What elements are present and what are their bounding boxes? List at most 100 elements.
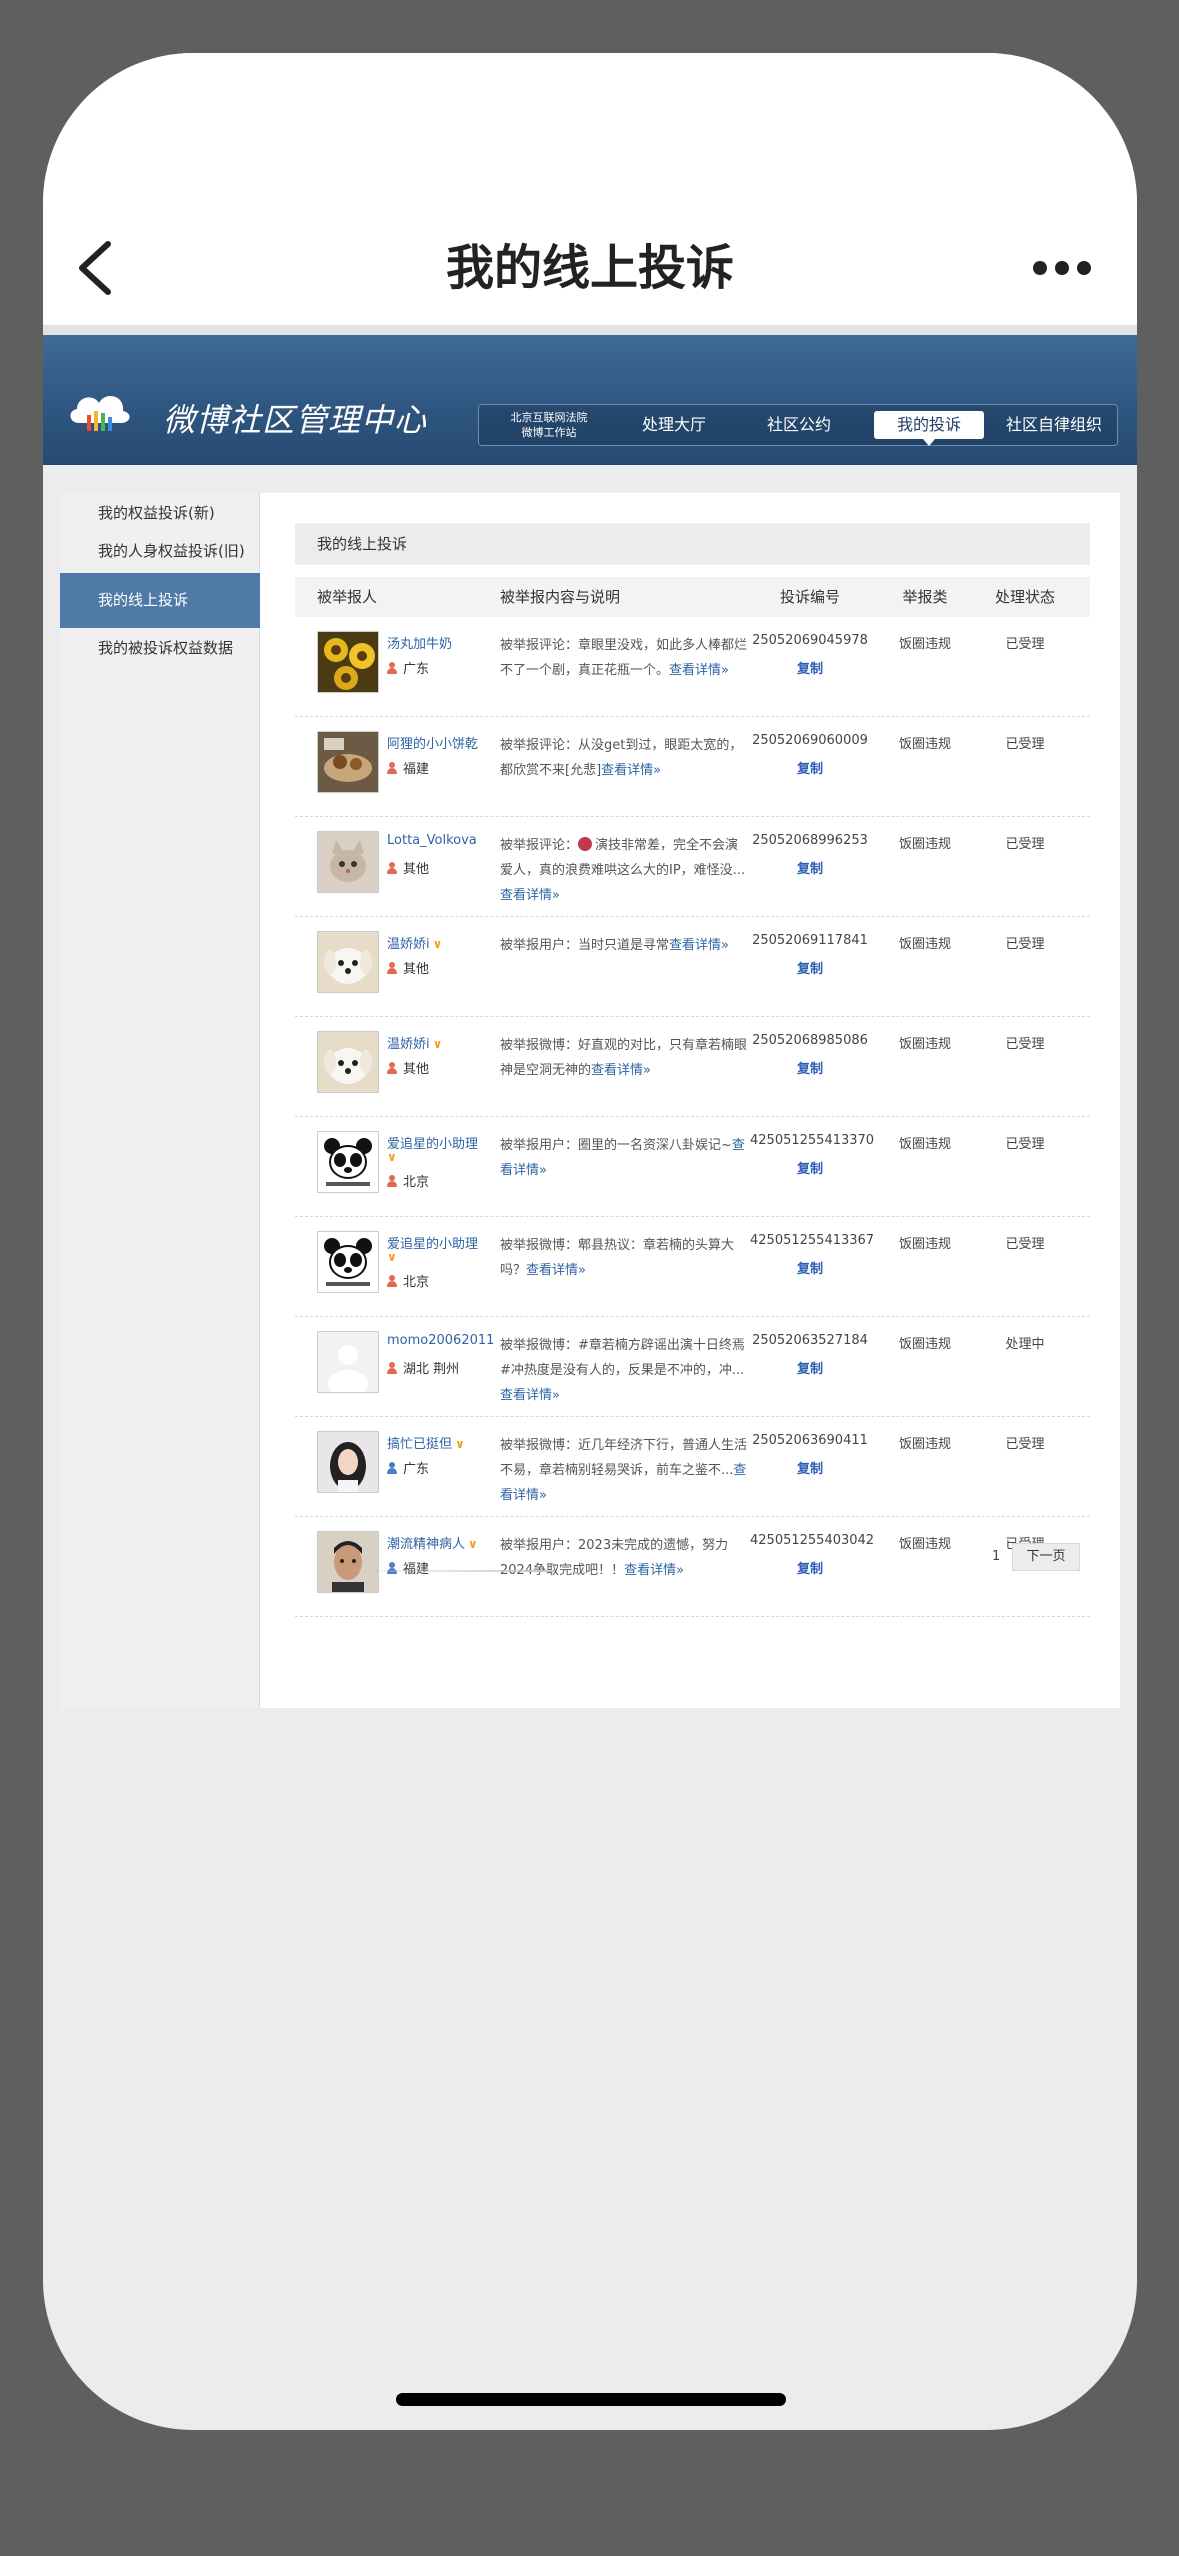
reported-user-name[interactable]: Lotta_Volkova [387, 833, 477, 848]
copy-button[interactable]: 复制 [750, 1258, 870, 1277]
reported-user-name[interactable]: 阿狸的小小饼乾 [387, 733, 478, 752]
copy-button[interactable]: 复制 [750, 658, 870, 677]
complaint-code: 25052063527184 [752, 1333, 868, 1348]
report-category: 饭圈违规 [898, 1337, 951, 1352]
user-name-text: 搞忙已挺但 [387, 1437, 453, 1452]
view-details-link[interactable]: 查看详情» [601, 763, 661, 778]
avatar-image [318, 1032, 378, 1092]
reported-user-name[interactable]: 温娇娇i ∨ [387, 1033, 442, 1052]
view-details-link[interactable]: 查看详情» [500, 888, 560, 903]
reported-user-location: 北京 [387, 1171, 429, 1190]
female-icon [387, 662, 397, 674]
copy-button[interactable]: 复制 [750, 1158, 870, 1177]
divider [335, 1570, 555, 1572]
sidebar-item-complained-data[interactable]: 我的被投诉权益数据 [60, 633, 260, 663]
copy-button[interactable]: 复制 [750, 1058, 870, 1077]
view-details-link[interactable]: 查看详情» [526, 1263, 586, 1278]
status-badge: 已受理 [1005, 837, 1045, 852]
description-text: 被举报微博：#章若楠方辟谣出演十日终焉#冲热度是没有人的，反果是不冲的，冲... [500, 1338, 745, 1378]
sidebar: 我的权益投诉(新) 我的人身权益投诉(旧) 我的线上投诉 我的被投诉权益数据 [60, 493, 260, 1708]
table-row: 汤丸加牛奶 广东 被举报评论：章眼里没戏，如此多人棒都烂不了一个剧，真正花瓶一个。查… [295, 617, 1090, 717]
verified-icon: ∨ [387, 1250, 397, 1264]
main-panel: 我的线上投诉 被举报人 被举报内容与说明 投诉编号 举报类 处理状态 汤丸加牛奶… [295, 523, 1090, 1617]
reported-user-name[interactable]: 爱追星的小助理 [387, 1133, 478, 1152]
complaint-description: 被举报用户：圈里的一名资深八卦娱记~查看详情» [500, 1133, 750, 1183]
avatar[interactable] [317, 1331, 379, 1393]
reported-user-name[interactable]: 温娇娇i ∨ [387, 933, 442, 952]
nav-item-self-discipline[interactable]: 社区自律组织 [994, 405, 1114, 445]
location-text: 北京 [403, 1275, 430, 1290]
reported-user-name[interactable]: 搞忙已挺但 ∨ [387, 1433, 465, 1452]
sidebar-item-personal-old[interactable]: 我的人身权益投诉(旧) [60, 536, 260, 566]
app-top-bar: 我的线上投诉 [43, 53, 1137, 325]
verified-icon: ∨ [387, 1150, 397, 1164]
sidebar-item-online-complaints[interactable]: 我的线上投诉 [60, 573, 260, 628]
location-text: 湖北 荆州 [403, 1362, 460, 1377]
table-row: 爱追星的小助理 ∨ 北京 被举报微博：郫县热议：章若楠的头算大吗？查看详情» 42505… [295, 1217, 1090, 1317]
avatar[interactable] [317, 1031, 379, 1093]
avatar[interactable] [317, 1131, 379, 1193]
next-page-button[interactable]: 下一页 [1012, 1543, 1080, 1571]
column-header-reported: 被举报人 [317, 588, 378, 606]
column-header-status: 处理状态 [994, 588, 1055, 606]
table-row: 搞忙已挺但 ∨ 广东 被举报微博：近几年经济下行，普通人生活不易，章若楠别轻易哭诉，前… [295, 1417, 1090, 1517]
copy-button[interactable]: 复制 [750, 1458, 870, 1477]
avatar[interactable] [317, 731, 379, 793]
more-dot-icon [1077, 261, 1091, 275]
reported-user-name[interactable]: momo20062011 [387, 1333, 494, 1348]
nav-item-my-complaints[interactable]: 我的投诉 [874, 411, 984, 446]
view-details-link[interactable]: 情» [708, 663, 729, 678]
copy-button[interactable]: 复制 [750, 858, 870, 877]
page-number[interactable]: 1 [992, 1549, 1000, 1564]
complaint-code: 25052068985086 [752, 1033, 868, 1048]
sidebar-item-rights-new[interactable]: 我的权益投诉(新) [60, 498, 260, 528]
user-name-text: 爱追星的小助理 [387, 1137, 479, 1152]
female-icon [387, 862, 397, 874]
location-text: 其他 [403, 862, 430, 877]
copy-button[interactable]: 复制 [750, 758, 870, 777]
copy-button[interactable]: 复制 [750, 958, 870, 977]
avatar[interactable] [317, 631, 379, 693]
avatar-image [318, 832, 378, 892]
view-details-link[interactable]: 查看详 [669, 663, 708, 678]
home-indicator[interactable] [396, 2393, 786, 2406]
reported-user-name[interactable]: 汤丸加牛奶 [387, 633, 452, 652]
more-options-button[interactable] [1033, 253, 1103, 283]
status-badge: 已受理 [1005, 1037, 1045, 1052]
reported-user-location: 广东 [387, 658, 429, 677]
location-text: 其他 [403, 1062, 430, 1077]
divider [43, 325, 1137, 335]
status-badge: 已受理 [1005, 937, 1045, 952]
reported-user-name[interactable]: 爱追星的小助理 [387, 1233, 478, 1252]
avatar[interactable] [317, 1231, 379, 1293]
avatar[interactable] [317, 931, 379, 993]
avatar[interactable] [317, 1431, 379, 1493]
avatar-image [318, 1232, 378, 1292]
phone-screen: 我的线上投诉 微博社区管理中心 北京互联网法院 微博工作站 处理大厅 社区公约 … [43, 53, 1137, 2430]
view-details-link[interactable]: 查看详情» [591, 1063, 651, 1078]
location-text: 其他 [403, 962, 430, 977]
page-title: 我的线上投诉 [445, 240, 734, 296]
copy-button[interactable]: 复制 [750, 1358, 870, 1377]
description-text: 被举报用户：当时只道是寻常 [500, 938, 670, 953]
emoji-icon [578, 837, 593, 851]
nav-item-court[interactable]: 北京互联网法院 微博工作站 [489, 410, 609, 442]
nav-item-convention[interactable]: 社区公约 [744, 405, 854, 445]
report-category: 饭圈违规 [898, 937, 951, 952]
complaint-description: 被举报微博：#章若楠方辟谣出演十日终焉#冲热度是没有人的，反果是不冲的，冲...… [500, 1333, 750, 1408]
report-category: 饭圈违规 [898, 1237, 951, 1252]
view-details-link[interactable]: 查看详情» [669, 938, 729, 953]
complaint-code: 25052068996253 [752, 833, 868, 848]
female-icon [387, 1362, 397, 1374]
reported-user-location: 福建 [387, 758, 429, 777]
reported-user-location: 其他 [387, 958, 429, 977]
verified-icon: ∨ [455, 1437, 465, 1451]
avatar[interactable] [317, 831, 379, 893]
cloud-logo-icon [70, 396, 130, 431]
view-details-link[interactable]: 查看详情» [500, 1388, 560, 1403]
section-title: 我的线上投诉 [295, 523, 1090, 565]
avatar-image [318, 932, 378, 992]
nav-item-hall[interactable]: 处理大厅 [619, 405, 729, 445]
user-name-text: 爱追星的小助理 [387, 1237, 479, 1252]
table-row: 阿狸的小小饼乾 福建 被举报评论：从没get到过，眼距太宽的，都欣赏不来[允悲]查看… [295, 717, 1090, 817]
